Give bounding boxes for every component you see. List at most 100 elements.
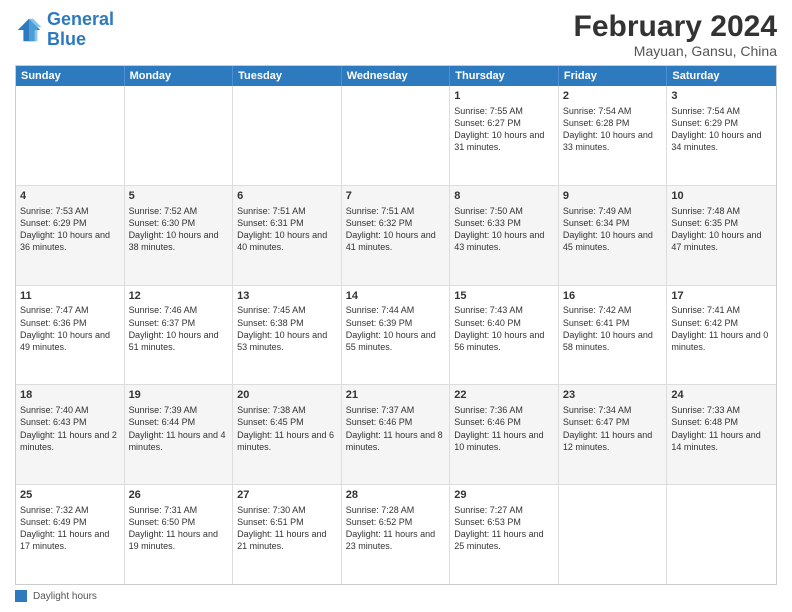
cal-cell (667, 485, 776, 584)
calendar-body: 1Sunrise: 7:55 AM Sunset: 6:27 PM Daylig… (16, 86, 776, 584)
day-number: 4 (20, 189, 120, 204)
cal-cell: 5Sunrise: 7:52 AM Sunset: 6:30 PM Daylig… (125, 186, 234, 285)
cal-cell: 23Sunrise: 7:34 AM Sunset: 6:47 PM Dayli… (559, 385, 668, 484)
cal-cell (559, 485, 668, 584)
cell-info: Sunrise: 7:46 AM Sunset: 6:37 PM Dayligh… (129, 304, 229, 353)
day-number: 18 (20, 388, 120, 403)
cal-cell: 17Sunrise: 7:41 AM Sunset: 6:42 PM Dayli… (667, 286, 776, 385)
day-number: 17 (671, 289, 772, 304)
calendar: SundayMondayTuesdayWednesdayThursdayFrid… (15, 65, 777, 585)
cell-info: Sunrise: 7:36 AM Sunset: 6:46 PM Dayligh… (454, 404, 554, 453)
cell-info: Sunrise: 7:44 AM Sunset: 6:39 PM Dayligh… (346, 304, 446, 353)
logo-blue: Blue (47, 29, 86, 49)
cal-cell (233, 86, 342, 185)
cal-cell: 3Sunrise: 7:54 AM Sunset: 6:29 PM Daylig… (667, 86, 776, 185)
calendar-header: SundayMondayTuesdayWednesdayThursdayFrid… (16, 66, 776, 86)
day-number: 24 (671, 388, 772, 403)
cell-info: Sunrise: 7:28 AM Sunset: 6:52 PM Dayligh… (346, 504, 446, 553)
cell-info: Sunrise: 7:45 AM Sunset: 6:38 PM Dayligh… (237, 304, 337, 353)
cal-header-day-monday: Monday (125, 66, 234, 86)
cal-cell: 24Sunrise: 7:33 AM Sunset: 6:48 PM Dayli… (667, 385, 776, 484)
cal-cell: 22Sunrise: 7:36 AM Sunset: 6:46 PM Dayli… (450, 385, 559, 484)
cal-row-2: 11Sunrise: 7:47 AM Sunset: 6:36 PM Dayli… (16, 285, 776, 385)
cal-cell: 14Sunrise: 7:44 AM Sunset: 6:39 PM Dayli… (342, 286, 451, 385)
cal-cell (16, 86, 125, 185)
cell-info: Sunrise: 7:30 AM Sunset: 6:51 PM Dayligh… (237, 504, 337, 553)
cal-cell: 15Sunrise: 7:43 AM Sunset: 6:40 PM Dayli… (450, 286, 559, 385)
cal-cell (342, 86, 451, 185)
cal-header-day-tuesday: Tuesday (233, 66, 342, 86)
day-number: 25 (20, 488, 120, 503)
day-number: 10 (671, 189, 772, 204)
day-number: 8 (454, 189, 554, 204)
day-number: 1 (454, 89, 554, 104)
day-number: 9 (563, 189, 663, 204)
cell-info: Sunrise: 7:40 AM Sunset: 6:43 PM Dayligh… (20, 404, 120, 453)
day-number: 23 (563, 388, 663, 403)
cal-header-day-friday: Friday (559, 66, 668, 86)
cell-info: Sunrise: 7:52 AM Sunset: 6:30 PM Dayligh… (129, 205, 229, 254)
day-number: 2 (563, 89, 663, 104)
cal-cell: 13Sunrise: 7:45 AM Sunset: 6:38 PM Dayli… (233, 286, 342, 385)
cal-cell: 28Sunrise: 7:28 AM Sunset: 6:52 PM Dayli… (342, 485, 451, 584)
legend: Daylight hours (15, 590, 777, 602)
cal-cell: 25Sunrise: 7:32 AM Sunset: 6:49 PM Dayli… (16, 485, 125, 584)
header: General Blue February 2024 Mayuan, Gansu… (15, 10, 777, 59)
day-number: 11 (20, 289, 120, 304)
logo-general: General (47, 9, 114, 29)
logo-icon (15, 16, 43, 44)
cal-row-1: 4Sunrise: 7:53 AM Sunset: 6:29 PM Daylig… (16, 185, 776, 285)
cell-info: Sunrise: 7:51 AM Sunset: 6:32 PM Dayligh… (346, 205, 446, 254)
cal-cell: 7Sunrise: 7:51 AM Sunset: 6:32 PM Daylig… (342, 186, 451, 285)
cal-cell: 9Sunrise: 7:49 AM Sunset: 6:34 PM Daylig… (559, 186, 668, 285)
day-number: 19 (129, 388, 229, 403)
day-number: 22 (454, 388, 554, 403)
day-number: 6 (237, 189, 337, 204)
cal-cell: 27Sunrise: 7:30 AM Sunset: 6:51 PM Dayli… (233, 485, 342, 584)
day-number: 16 (563, 289, 663, 304)
cell-info: Sunrise: 7:34 AM Sunset: 6:47 PM Dayligh… (563, 404, 663, 453)
day-number: 5 (129, 189, 229, 204)
legend-box (15, 590, 27, 602)
cal-row-4: 25Sunrise: 7:32 AM Sunset: 6:49 PM Dayli… (16, 484, 776, 584)
cal-row-3: 18Sunrise: 7:40 AM Sunset: 6:43 PM Dayli… (16, 384, 776, 484)
logo-text: General Blue (47, 10, 114, 50)
page: General Blue February 2024 Mayuan, Gansu… (0, 0, 792, 612)
cal-cell: 12Sunrise: 7:46 AM Sunset: 6:37 PM Dayli… (125, 286, 234, 385)
day-number: 14 (346, 289, 446, 304)
cell-info: Sunrise: 7:32 AM Sunset: 6:49 PM Dayligh… (20, 504, 120, 553)
cell-info: Sunrise: 7:50 AM Sunset: 6:33 PM Dayligh… (454, 205, 554, 254)
day-number: 13 (237, 289, 337, 304)
cal-cell: 19Sunrise: 7:39 AM Sunset: 6:44 PM Dayli… (125, 385, 234, 484)
cell-info: Sunrise: 7:53 AM Sunset: 6:29 PM Dayligh… (20, 205, 120, 254)
cal-header-day-sunday: Sunday (16, 66, 125, 86)
title-block: February 2024 Mayuan, Gansu, China (574, 10, 777, 59)
cal-header-day-saturday: Saturday (667, 66, 776, 86)
sub-title: Mayuan, Gansu, China (574, 43, 777, 59)
cal-cell: 18Sunrise: 7:40 AM Sunset: 6:43 PM Dayli… (16, 385, 125, 484)
cell-info: Sunrise: 7:33 AM Sunset: 6:48 PM Dayligh… (671, 404, 772, 453)
cell-info: Sunrise: 7:43 AM Sunset: 6:40 PM Dayligh… (454, 304, 554, 353)
cell-info: Sunrise: 7:39 AM Sunset: 6:44 PM Dayligh… (129, 404, 229, 453)
day-number: 26 (129, 488, 229, 503)
cell-info: Sunrise: 7:42 AM Sunset: 6:41 PM Dayligh… (563, 304, 663, 353)
cal-cell: 2Sunrise: 7:54 AM Sunset: 6:28 PM Daylig… (559, 86, 668, 185)
cell-info: Sunrise: 7:38 AM Sunset: 6:45 PM Dayligh… (237, 404, 337, 453)
cell-info: Sunrise: 7:54 AM Sunset: 6:29 PM Dayligh… (671, 105, 772, 154)
cal-cell (125, 86, 234, 185)
cal-cell: 11Sunrise: 7:47 AM Sunset: 6:36 PM Dayli… (16, 286, 125, 385)
cal-header-day-thursday: Thursday (450, 66, 559, 86)
cal-cell: 29Sunrise: 7:27 AM Sunset: 6:53 PM Dayli… (450, 485, 559, 584)
cal-cell: 21Sunrise: 7:37 AM Sunset: 6:46 PM Dayli… (342, 385, 451, 484)
cal-cell: 20Sunrise: 7:38 AM Sunset: 6:45 PM Dayli… (233, 385, 342, 484)
day-number: 28 (346, 488, 446, 503)
main-title: February 2024 (574, 10, 777, 43)
logo: General Blue (15, 10, 114, 50)
day-number: 3 (671, 89, 772, 104)
cal-cell: 26Sunrise: 7:31 AM Sunset: 6:50 PM Dayli… (125, 485, 234, 584)
cal-row-0: 1Sunrise: 7:55 AM Sunset: 6:27 PM Daylig… (16, 86, 776, 185)
day-number: 20 (237, 388, 337, 403)
day-number: 29 (454, 488, 554, 503)
cell-info: Sunrise: 7:31 AM Sunset: 6:50 PM Dayligh… (129, 504, 229, 553)
cell-info: Sunrise: 7:37 AM Sunset: 6:46 PM Dayligh… (346, 404, 446, 453)
